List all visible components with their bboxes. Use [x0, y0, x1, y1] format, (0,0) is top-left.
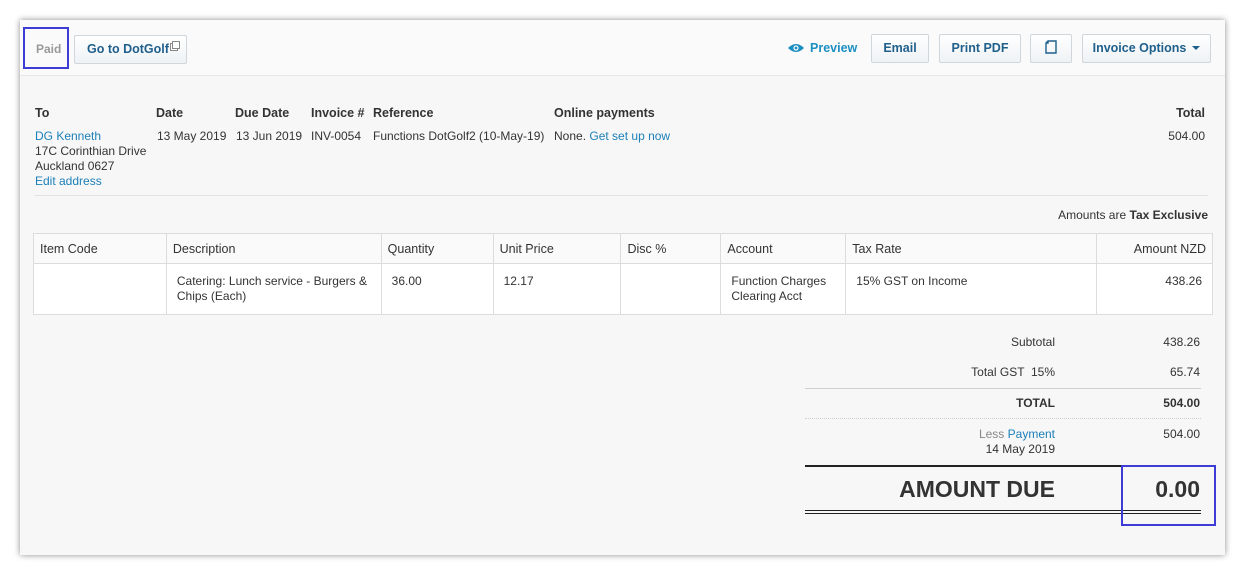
less-label: Less [978, 427, 1005, 441]
copy-button[interactable] [1030, 34, 1072, 63]
invoice-due-date: 13 Jun 2019 [236, 129, 303, 143]
column-header-description: Description [165, 233, 382, 264]
invoice-options-label: Invoice Options [1092, 41, 1187, 55]
external-link-icon [170, 41, 180, 51]
column-header-quantity: Quantity [380, 233, 494, 264]
amount-due-label: AMOUNT DUE [899, 476, 1055, 502]
eye-icon [788, 44, 804, 52]
copy-icon [1045, 40, 1057, 54]
print-pdf-button[interactable]: Print PDF [939, 34, 1021, 63]
payment-link[interactable]: Payment [1008, 427, 1055, 441]
amounts-are-note: Amounts are Tax Exclusive [1058, 208, 1208, 222]
gst-value: 65.74 [1169, 365, 1200, 379]
preview-button[interactable]: Preview [788, 41, 857, 55]
column-header-tax-rate: Tax Rate [845, 233, 1098, 264]
payment-entry: Less Payment 14 May 2019 [979, 427, 1055, 457]
online-payments-status: None. [554, 129, 587, 143]
cell-disc [620, 263, 722, 315]
reference-header: Reference [373, 106, 434, 120]
invoice-options-button[interactable]: Invoice Options [1082, 34, 1211, 63]
address-line-2: Auckland 0627 [35, 159, 115, 173]
divider [34, 195, 1208, 196]
date-header: Date [156, 106, 184, 120]
total-value: 504.00 [1163, 396, 1200, 410]
amounts-are-value: Tax Exclusive [1129, 208, 1209, 222]
subtotal-label: Subtotal [1010, 335, 1055, 349]
cell-item-code [33, 263, 167, 315]
amounts-are-prefix: Amounts are [1058, 208, 1127, 222]
invoice-toolbar: Paid Go to DotGolf Preview Email Print P… [20, 20, 1225, 76]
column-header-account: Account [720, 233, 847, 264]
totals-divider [805, 388, 1201, 389]
due-date-header: Due Date [235, 106, 290, 120]
invoice-number: INV-0054 [311, 129, 362, 143]
column-header-amount: Amount NZD [1096, 233, 1213, 264]
total-header: Total [1176, 106, 1205, 120]
go-to-dotgolf-label: Go to DotGolf [87, 42, 169, 56]
total-label: TOTAL [1016, 396, 1055, 410]
invoice-reference: Functions DotGolf2 (10-May-19) [373, 129, 545, 143]
edit-address-link[interactable]: Edit address [35, 174, 146, 189]
get-set-up-link[interactable]: Get set up now [589, 129, 670, 143]
invoice-panel: Paid Go to DotGolf Preview Email Print P… [20, 20, 1225, 555]
cell-tax-rate: 15% GST on Income [845, 263, 1098, 315]
email-button[interactable]: Email [871, 34, 929, 63]
invoice-number-header: Invoice # [311, 106, 365, 120]
cell-amount: 438.26 [1096, 263, 1213, 315]
amount-due-highlight [1121, 465, 1216, 526]
payments-divider [805, 418, 1201, 419]
status-badge: Paid [23, 27, 69, 69]
cell-description: Catering: Lunch service - Burgers & Chip… [165, 263, 382, 315]
column-header-unit-price: Unit Price [492, 233, 622, 264]
payment-value-link[interactable]: 504.00 [1163, 427, 1200, 441]
table-row: Catering: Lunch service - Burgers & Chip… [33, 263, 1213, 315]
online-payments-header: Online payments [554, 106, 655, 120]
column-header-disc: Disc % [620, 233, 722, 264]
table-header-row: Item Code Description Quantity Unit Pric… [33, 233, 1213, 264]
address-line-1: 17C Corinthian Drive [35, 144, 147, 158]
gst-label: Total GST 15% [971, 365, 1055, 379]
invoice-date: 13 May 2019 [157, 129, 227, 143]
chevron-down-icon [1192, 46, 1201, 50]
preview-label: Preview [810, 41, 858, 55]
cell-unit-price: 12.17 [492, 263, 622, 315]
cell-quantity: 36.00 [380, 263, 494, 315]
go-to-dotgolf-button[interactable]: Go to DotGolf [74, 35, 187, 64]
contact-block: DG Kenneth 17C Corinthian Drive Auckland… [35, 129, 146, 189]
online-payments-value: None. Get set up now [554, 129, 670, 144]
cell-account: Function Charges Clearing Acct [720, 263, 847, 315]
invoice-total: 504.00 [1168, 129, 1205, 143]
line-items-table: Item Code Description Quantity Unit Pric… [33, 233, 1213, 315]
subtotal-value: 438.26 [1163, 335, 1200, 349]
contact-name-link[interactable]: DG Kenneth [35, 129, 146, 144]
column-header-item-code: Item Code [33, 233, 167, 264]
to-header: To [35, 106, 50, 120]
payment-date: 14 May 2019 [985, 442, 1055, 456]
